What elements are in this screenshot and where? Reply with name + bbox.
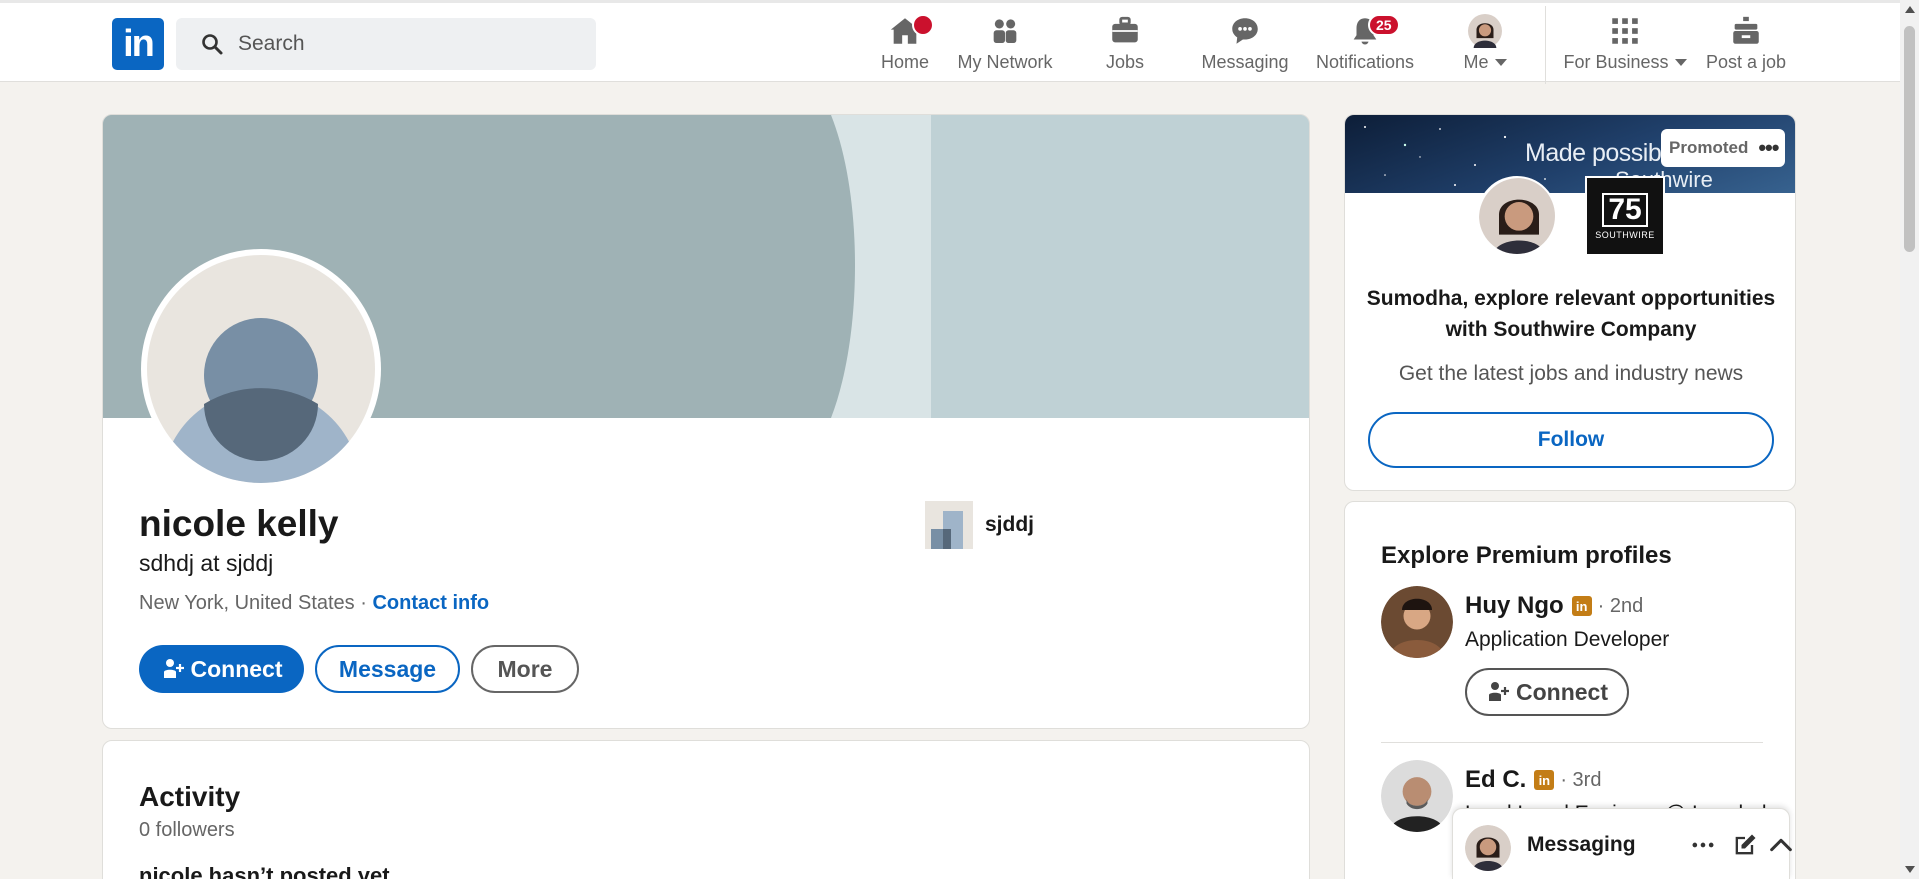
connection-degree: · 2nd xyxy=(1597,594,1644,617)
southwire-logo[interactable]: 75 SOUTHWIRE xyxy=(1585,176,1665,256)
nav-me[interactable]: Me xyxy=(1455,14,1515,76)
activity-title: Activity xyxy=(139,781,241,812)
nav-messaging[interactable]: Messaging xyxy=(1200,14,1290,76)
nav-jobs-label: Jobs xyxy=(1105,52,1145,72)
nav-notifications-label: Notifications xyxy=(1315,52,1415,72)
messaging-overlay[interactable]: Messaging xyxy=(1452,808,1792,879)
search-icon xyxy=(202,34,223,55)
promoted-ad-card: Made possible Southwire Promoted ••• 75 … xyxy=(1344,114,1796,491)
person-role: Application Developer xyxy=(1465,628,1670,651)
viewer-avatar xyxy=(1477,176,1557,256)
profile-avatar xyxy=(1468,14,1502,48)
profile-name: nicole kelly xyxy=(139,503,339,544)
ad-title: Sumodha, explore relevant opportunities … xyxy=(1366,287,1776,341)
company-name: sjddj xyxy=(985,513,1035,536)
compose-icon[interactable] xyxy=(1731,831,1759,859)
briefcase-icon xyxy=(1112,16,1138,43)
nav-home-label: Home xyxy=(880,52,929,72)
post-job-icon xyxy=(1733,16,1759,44)
add-person-icon xyxy=(163,659,184,678)
chevron-down-icon xyxy=(1494,59,1507,66)
activity-empty-state: nicole hasn’t posted yet xyxy=(139,863,390,879)
chevron-down-icon xyxy=(1674,59,1687,66)
nav-notifications[interactable]: 25 Notifications xyxy=(1312,14,1418,76)
ad-banner-text: Made possible xyxy=(1525,139,1680,167)
scrollbar-thumb[interactable] xyxy=(1904,26,1915,252)
nav-messaging-label: Messaging xyxy=(1201,52,1289,72)
people-icon xyxy=(993,19,1017,44)
connect-button-label: Connect xyxy=(190,655,283,682)
search-bar[interactable] xyxy=(176,18,596,70)
profile-location: New York, United States · xyxy=(139,592,373,614)
profile-card: nicole kelly sdhdj at sjddj New York, Un… xyxy=(102,114,1310,729)
home-notification-dot xyxy=(912,14,934,36)
avatar[interactable] xyxy=(1381,760,1453,832)
search-input[interactable] xyxy=(238,32,578,56)
person-name-row[interactable]: Ed C. in · 3rd xyxy=(1465,766,1601,794)
profile-photo[interactable] xyxy=(141,249,381,489)
southwire-logo-text: SOUTHWIRE xyxy=(1595,229,1655,240)
connect-button[interactable]: Connect xyxy=(139,645,304,693)
follower-count[interactable]: 0 followers xyxy=(139,819,235,842)
premium-title: Explore Premium profiles xyxy=(1381,542,1672,569)
nav-post-job-label: Post a job xyxy=(1705,52,1787,72)
nav-for-business[interactable]: For Business xyxy=(1560,14,1690,76)
premium-badge-icon: in xyxy=(1571,596,1592,616)
scroll-down-arrow-icon[interactable] xyxy=(1905,866,1915,873)
activity-card: Activity 0 followers nicole hasn’t poste… xyxy=(102,740,1310,879)
nav-divider xyxy=(1545,6,1546,84)
nav-my-network-label: My Network xyxy=(957,52,1053,72)
me-text: Me xyxy=(1463,52,1489,72)
divider xyxy=(1381,742,1763,743)
nav-me-label: Me xyxy=(1463,52,1507,73)
avatar[interactable] xyxy=(1381,586,1453,658)
messaging-icon xyxy=(1232,18,1258,44)
linkedin-logo-icon[interactable]: in xyxy=(112,18,164,70)
premium-badge-icon: in xyxy=(1534,770,1555,790)
promoted-label[interactable]: Promoted ••• xyxy=(1661,129,1785,167)
message-button[interactable]: Message xyxy=(315,645,460,693)
top-navigation: in Home My Network Jobs xyxy=(0,0,1900,84)
nav-home[interactable]: Home xyxy=(860,14,950,76)
nav-for-business-label: For Business xyxy=(1563,52,1687,73)
messaging-title: Messaging xyxy=(1527,833,1636,856)
more-options-icon[interactable]: ••• xyxy=(1758,135,1779,161)
scroll-up-arrow-icon[interactable] xyxy=(1905,6,1915,13)
more-options-icon[interactable] xyxy=(1689,831,1717,859)
ad-subtitle: Get the latest jobs and industry news xyxy=(1398,362,1744,385)
avatar xyxy=(1465,825,1511,871)
southwire-logo-number: 75 xyxy=(1602,192,1648,227)
profile-headline: sdhdj at sjddj xyxy=(139,550,274,576)
more-button[interactable]: More xyxy=(471,645,579,693)
for-business-text: For Business xyxy=(1563,52,1669,72)
nav-my-network[interactable]: My Network xyxy=(955,14,1055,76)
nav-post-job[interactable]: Post a job xyxy=(1700,14,1792,76)
chevron-up-icon[interactable] xyxy=(1767,831,1795,859)
promoted-text: Promoted xyxy=(1669,138,1749,157)
person-name-row[interactable]: Huy Ngo in · 2nd xyxy=(1465,592,1643,620)
connect-button[interactable]: Connect xyxy=(1465,668,1629,716)
contact-info-link[interactable]: Contact info xyxy=(372,592,489,614)
connect-label: Connect xyxy=(1516,678,1608,705)
default-avatar-icon xyxy=(147,255,375,483)
company-logo-icon xyxy=(925,501,973,549)
follow-button[interactable]: Follow xyxy=(1368,412,1774,468)
connection-degree: · 3rd xyxy=(1560,768,1602,791)
current-company[interactable]: sjddj xyxy=(925,501,1034,549)
message-button-label: Message xyxy=(338,655,437,682)
person-name: Ed C. xyxy=(1465,766,1527,793)
person-name: Huy Ngo xyxy=(1465,592,1564,619)
notifications-badge: 25 xyxy=(1368,14,1400,36)
add-person-icon xyxy=(1489,682,1509,701)
page-scrollbar[interactable] xyxy=(1900,0,1919,879)
apps-grid-icon xyxy=(1612,18,1638,44)
nav-jobs[interactable]: Jobs xyxy=(1085,14,1165,76)
more-button-label: More xyxy=(497,655,553,682)
profile-location-row: New York, United States · Contact info xyxy=(139,592,489,615)
